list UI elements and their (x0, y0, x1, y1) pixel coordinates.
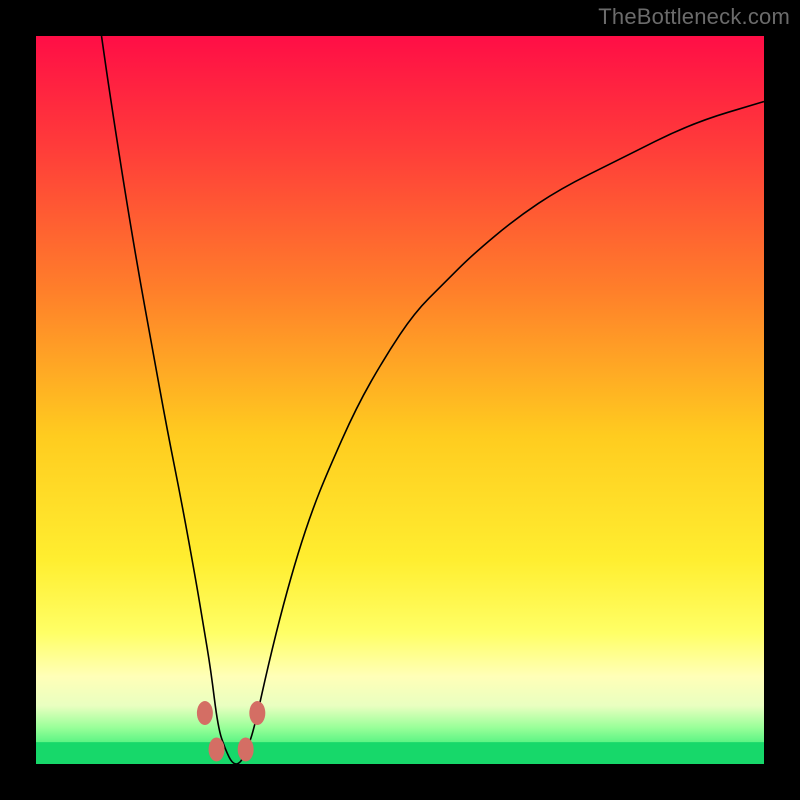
watermark-text: TheBottleneck.com (598, 4, 790, 30)
plot-area (36, 36, 764, 764)
marker-dot (197, 701, 213, 725)
gradient-bg (36, 36, 764, 764)
chart-frame: TheBottleneck.com (0, 0, 800, 800)
marker-dot (238, 737, 254, 761)
marker-dot (209, 737, 225, 761)
marker-dot (249, 701, 265, 725)
green-band (36, 742, 764, 764)
chart-svg (36, 36, 764, 764)
